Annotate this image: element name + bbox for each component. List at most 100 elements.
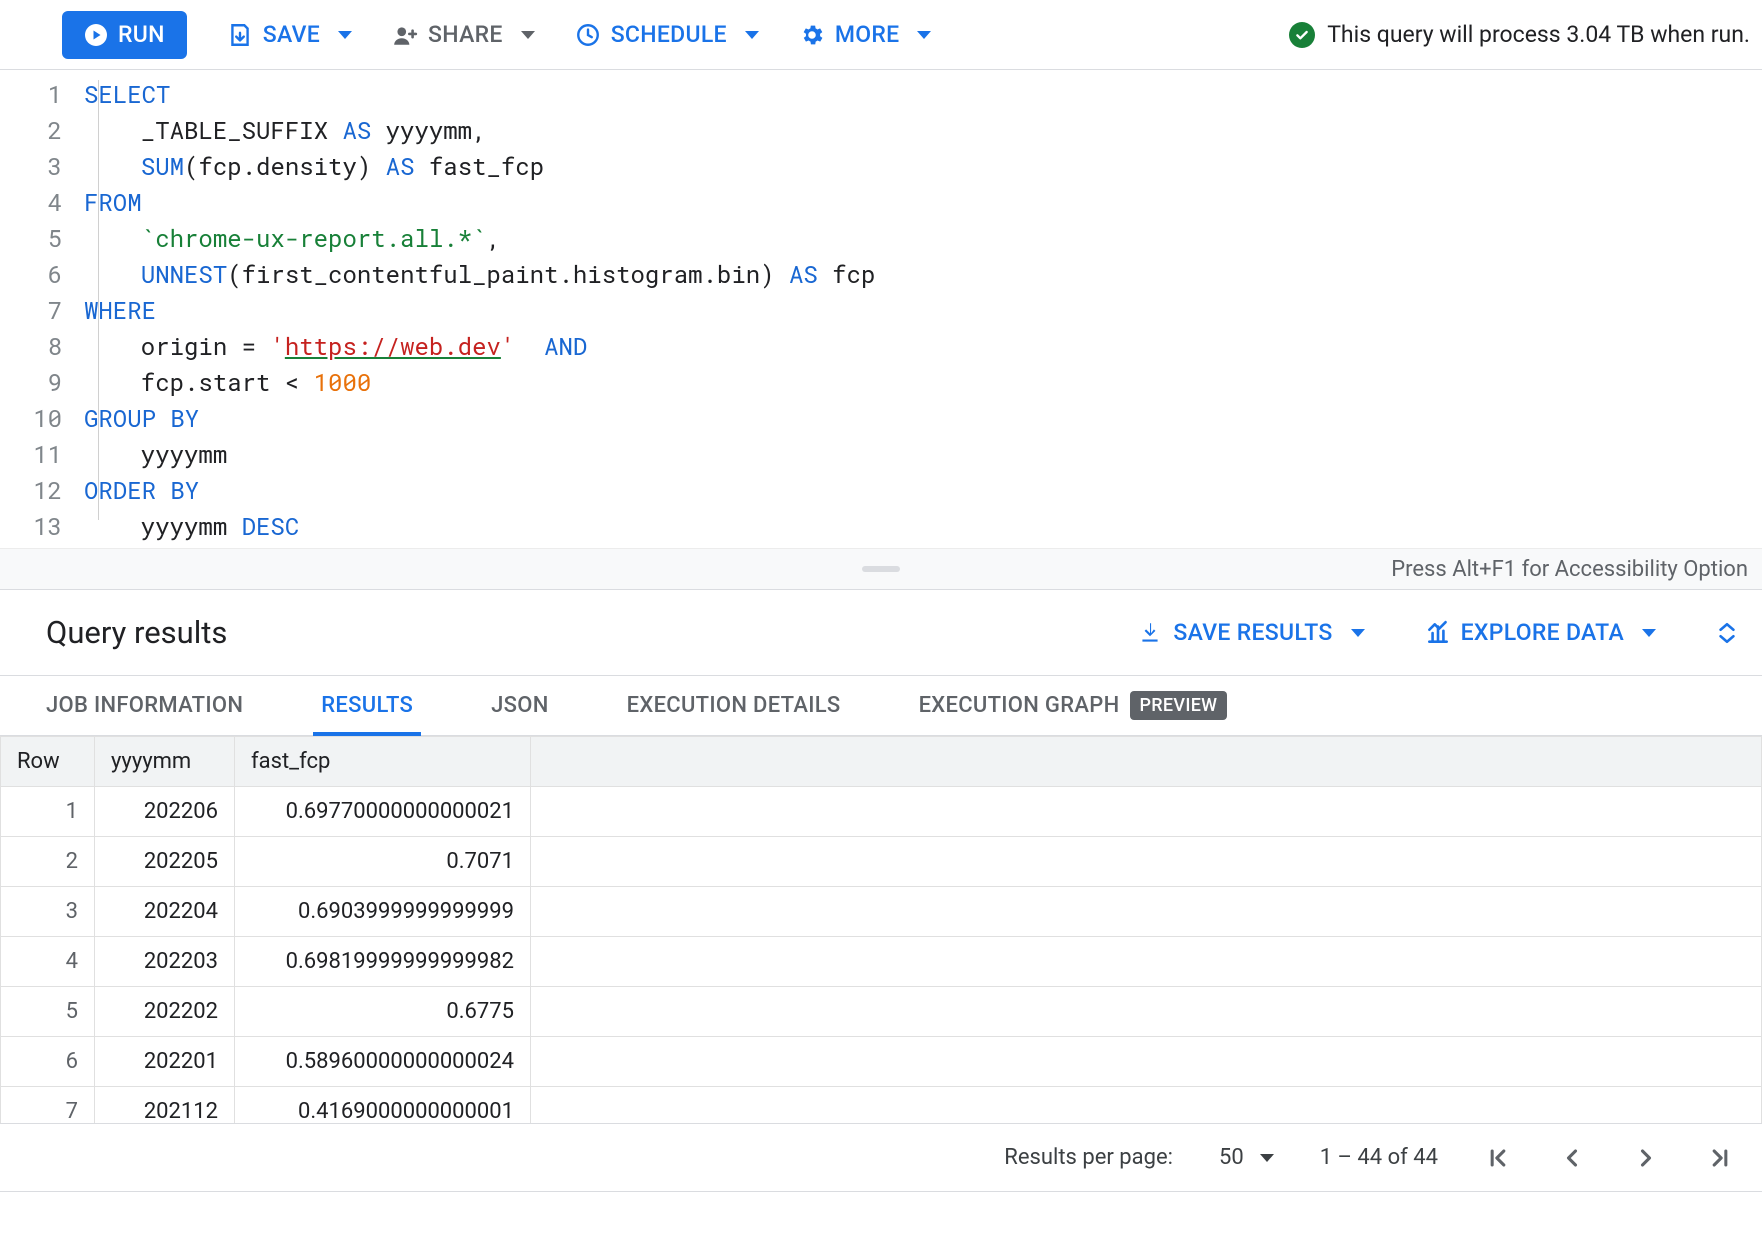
results-table: Row yyyymm fast_fcp 12022060.69770000000… [0,736,1762,1124]
per-page-select[interactable]: 50 [1219,1145,1274,1170]
code-line[interactable]: _TABLE_SUFFIX AS yyyymm, [80,112,875,148]
schedule-icon [575,22,601,48]
code-line[interactable]: UNNEST(first_contentful_paint.histogram.… [80,256,875,292]
table-row[interactable]: 72021120.4169000000000001 [1,1087,1762,1125]
table-row[interactable]: 22022050.7071 [1,837,1762,887]
editor-gutter: 12345678910111213 [0,70,80,548]
results-tabs: JOB INFORMATION RESULTS JSON EXECUTION D… [0,676,1762,736]
cell-row: 6 [1,1037,95,1087]
table-row[interactable]: 32022040.6903999999999999 [1,887,1762,937]
a11y-hint: Press Alt+F1 for Accessibility Option [1391,557,1748,582]
table-row[interactable]: 62022010.58960000000000024 [1,1037,1762,1087]
save-label: SAVE [263,21,320,48]
save-results-button[interactable]: SAVE RESULTS [1137,619,1364,646]
tab-execution-graph[interactable]: EXECUTION GRAPH PREVIEW [919,676,1228,735]
more-label: MORE [835,21,900,48]
validator-text: This query will process 3.04 TB when run… [1327,21,1750,48]
cell-yyyymm: 202205 [95,837,235,887]
tab-results[interactable]: RESULTS [321,676,413,735]
cell-fast-fcp: 0.7071 [235,837,531,887]
chevron-down-icon [1260,1154,1274,1162]
code-line[interactable]: FROM [80,184,875,220]
code-line[interactable]: WHERE [80,292,875,328]
play-icon [84,23,108,47]
cell-yyyymm: 202201 [95,1037,235,1087]
explore-data-button[interactable]: EXPLORE DATA [1425,619,1656,646]
code-line[interactable]: fcp.start < 1000 [80,364,875,400]
query-validator: This query will process 3.04 TB when run… [1289,21,1750,48]
cell-filler [531,837,1762,887]
explore-data-label: EXPLORE DATA [1461,619,1624,646]
table-row[interactable]: 12022060.69770000000000021 [1,787,1762,837]
cell-fast-fcp: 0.6775 [235,987,531,1037]
share-icon [392,22,418,48]
per-page-label: Results per page: [1004,1145,1173,1170]
cell-fast-fcp: 0.4169000000000001 [235,1087,531,1125]
sql-editor[interactable]: 12345678910111213 SELECT _TABLE_SUFFIX A… [0,70,1762,548]
chevron-down-icon [521,31,535,39]
code-line[interactable]: yyyymm [80,436,875,472]
results-header: Query results SAVE RESULTS EXPLORE DATA [0,590,1762,676]
chevron-down-icon [1716,633,1738,645]
cell-row: 1 [1,787,95,837]
next-page-button[interactable] [1632,1144,1660,1172]
cell-filler [531,1037,1762,1087]
save-results-label: SAVE RESULTS [1173,619,1332,646]
chevron-down-icon [338,31,352,39]
cell-yyyymm: 202204 [95,887,235,937]
share-label: SHARE [428,21,503,48]
editor-resize-bar[interactable]: Press Alt+F1 for Accessibility Option [0,548,1762,590]
run-button[interactable]: RUN [62,11,187,59]
schedule-label: SCHEDULE [611,21,727,48]
code-line[interactable]: origin = 'https://web.dev' AND [80,328,875,364]
check-icon [1289,22,1315,48]
cell-row: 7 [1,1087,95,1125]
cell-yyyymm: 202112 [95,1087,235,1125]
col-row[interactable]: Row [1,737,95,787]
cell-row: 2 [1,837,95,887]
col-fast-fcp[interactable]: fast_fcp [235,737,531,787]
code-line[interactable]: ORDER BY [80,472,875,508]
results-table-wrap: Row yyyymm fast_fcp 12022060.69770000000… [0,736,1762,1124]
code-line[interactable]: SUM(fcp.density) AS fast_fcp [80,148,875,184]
table-header-row: Row yyyymm fast_fcp [1,737,1762,787]
cell-yyyymm: 202206 [95,787,235,837]
chevron-down-icon [745,31,759,39]
cell-filler [531,787,1762,837]
gear-icon [799,22,825,48]
chevron-down-icon [917,31,931,39]
code-line[interactable]: `chrome-ux-report.all.*`, [80,220,875,256]
table-row[interactable]: 52022020.6775 [1,987,1762,1037]
code-line[interactable]: GROUP BY [80,400,875,436]
tab-job-information[interactable]: JOB INFORMATION [46,676,243,735]
schedule-button[interactable]: SCHEDULE [575,21,759,48]
first-page-button[interactable] [1484,1144,1512,1172]
cell-fast-fcp: 0.69770000000000021 [235,787,531,837]
code-line[interactable]: yyyymm DESC [80,508,875,544]
more-button[interactable]: MORE [799,21,932,48]
col-yyyymm[interactable]: yyyymm [95,737,235,787]
chart-icon [1425,620,1451,646]
table-row[interactable]: 42022030.69819999999999982 [1,937,1762,987]
cell-fast-fcp: 0.6903999999999999 [235,887,531,937]
drag-handle-icon[interactable] [862,566,900,572]
per-page-value: 50 [1219,1145,1244,1170]
tab-json[interactable]: JSON [491,676,549,735]
code-line[interactable]: SELECT [80,76,875,112]
save-button[interactable]: SAVE [227,21,352,48]
col-filler [531,737,1762,787]
results-pager: Results per page: 50 1 – 44 of 44 [0,1124,1762,1192]
chevron-up-icon [1716,621,1738,633]
prev-page-button[interactable] [1558,1144,1586,1172]
save-icon [227,22,253,48]
cell-yyyymm: 202203 [95,937,235,987]
tab-execution-details[interactable]: EXECUTION DETAILS [627,676,841,735]
last-page-button[interactable] [1706,1144,1734,1172]
cell-fast-fcp: 0.58960000000000024 [235,1037,531,1087]
expand-collapse-button[interactable] [1716,621,1738,645]
editor-code-area[interactable]: SELECT _TABLE_SUFFIX AS yyyymm, SUM(fcp.… [80,70,875,548]
share-button[interactable]: SHARE [392,21,535,48]
cell-fast-fcp: 0.69819999999999982 [235,937,531,987]
results-title: Query results [46,614,227,651]
chevron-down-icon [1642,629,1656,637]
